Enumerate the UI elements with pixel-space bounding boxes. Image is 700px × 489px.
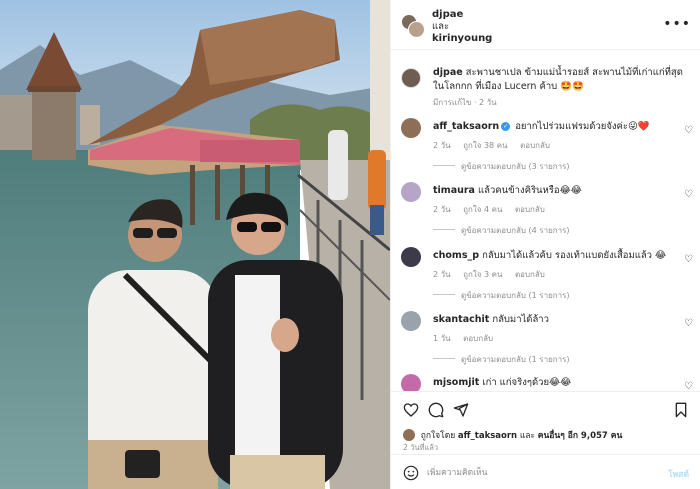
add-comment-bar: โพสต์ — [391, 454, 700, 489]
comment-body: เก่า แก่จริงๆด้วย😂😂 — [482, 377, 572, 388]
username-link[interactable]: djpae — [433, 67, 463, 78]
avatar[interactable] — [401, 182, 421, 202]
post-photo-image — [0, 0, 390, 489]
more-options-icon[interactable]: ••• — [663, 16, 691, 32]
reply-button[interactable]: ตอบกลับ — [515, 270, 545, 279]
username-link[interactable]: djpae — [432, 9, 492, 21]
collab-usernames: djpae และ kirinyoung — [432, 9, 492, 45]
username-link[interactable]: timaura — [433, 185, 475, 196]
view-replies-button[interactable]: ดูข้อความตอบกลับ (4 รายการ) — [433, 224, 570, 237]
post-actions: ถูกใจโดย aff_taksaorn และ คนอื่นๆ อีก 9,… — [391, 391, 700, 489]
comment-body: กลับมาได้แล้วค้บ รองเท้าแบดยังเสื้อมแล้ว… — [482, 250, 667, 261]
like-comment-heart-icon[interactable]: ♡ — [684, 189, 693, 200]
avatar[interactable] — [401, 247, 421, 267]
comment-text: aff_taksaorn ✓ อยากไปร่วมแฟรมด้วยจังค่ะ😜❤… — [433, 120, 673, 133]
avatar[interactable] — [401, 68, 421, 88]
reply-button[interactable]: ตอบกลับ — [520, 141, 550, 150]
comment-body: กลับมาได้ล้าว — [492, 314, 549, 325]
comment-body: อยากไปร่วมแฟรมด้วยจังค่ะ😜❤️ — [515, 121, 650, 132]
post-comment-button[interactable]: โพสต์ — [668, 467, 689, 481]
comment-text: timaura แล้วคนข้างคิรินหรือ😂😂 — [433, 184, 673, 197]
bookmark-icon[interactable] — [673, 402, 689, 418]
caption-meta: มีการแก้ไข · 2 วัน — [433, 98, 497, 107]
and-label: และ — [432, 21, 450, 32]
comment-time: 2 วัน — [433, 141, 451, 150]
username-link[interactable]: mjsomjit — [433, 377, 479, 388]
comment-likes-link[interactable]: ถูกใจ 4 คน — [463, 205, 502, 214]
post-sidebar: djpae และ kirinyoung ••• djpae สะพานชาเป… — [390, 0, 700, 489]
reply-button[interactable]: ตอบกลับ — [463, 334, 493, 343]
comment-time: 1 วัน — [433, 334, 451, 343]
collab-avatars[interactable] — [401, 14, 425, 38]
like-comment-heart-icon[interactable]: ♡ — [684, 125, 693, 136]
likes-others-link[interactable]: คนอื่นๆ อีก 9,057 คน — [538, 431, 623, 441]
comment-likes-link[interactable]: ถูกใจ 38 คน — [463, 141, 507, 150]
comments-list[interactable]: djpae สะพานชาเปล ข้ามแม่น้ำรอยส์ สะพานไม… — [391, 56, 700, 391]
post-header: djpae และ kirinyoung ••• — [391, 0, 700, 50]
comment-text: skantachit กลับมาได้ล้าว — [433, 313, 673, 326]
like-comment-heart-icon[interactable]: ♡ — [684, 381, 693, 391]
view-replies-button[interactable]: ดูข้อความตอบกลับ (1 รายการ) — [433, 353, 570, 366]
verified-badge-icon: ✓ — [501, 122, 511, 131]
username-link[interactable]: skantachit — [433, 314, 489, 325]
comment-meta: 2 วัน ถูกใจ 4 คน ตอบกลับ — [433, 203, 555, 216]
emoji-icon[interactable] — [403, 465, 419, 481]
comment-likes-link[interactable]: ถูกใจ 3 คน — [463, 270, 502, 279]
heart-icon[interactable] — [403, 402, 419, 418]
likes-and: และ — [519, 431, 536, 441]
reply-button[interactable]: ตอบกลับ — [515, 205, 545, 214]
comment-text: choms_p กลับมาได้แล้วค้บ รองเท้าแบดยังเส… — [433, 249, 673, 262]
likes-prefix: ถูกใจโดย — [420, 431, 456, 441]
avatar — [403, 429, 415, 441]
post-timestamp[interactable]: 2 วันที่แล้ว — [403, 442, 438, 454]
comment-meta: 2 วัน ถูกใจ 3 คน ตอบกลับ — [433, 268, 555, 281]
username-link[interactable]: choms_p — [433, 250, 479, 261]
comment-time: 2 วัน — [433, 270, 451, 279]
comment-meta: 2 วัน ถูกใจ 38 คน ตอบกลับ — [433, 139, 560, 152]
add-comment-input[interactable] — [427, 463, 647, 483]
likes-summary[interactable]: ถูกใจโดย aff_taksaorn และ คนอื่นๆ อีก 9,… — [403, 428, 622, 442]
comment-icon[interactable] — [428, 402, 444, 418]
caption-body: สะพานชาเปล ข้ามแม่น้ำรอยส์ สะพานไม้ที่เก… — [433, 67, 683, 92]
avatar[interactable] — [401, 118, 421, 138]
post-photo[interactable] — [0, 0, 390, 489]
avatar[interactable] — [401, 374, 421, 391]
username-link[interactable]: aff_taksaorn — [458, 431, 517, 441]
like-comment-heart-icon[interactable]: ♡ — [684, 254, 693, 265]
view-replies-button[interactable]: ดูข้อความตอบกลับ (1 รายการ) — [433, 289, 570, 302]
comment-text: mjsomjit เก่า แก่จริงๆด้วย😂😂 — [433, 376, 673, 389]
avatar[interactable] — [401, 311, 421, 331]
comment-meta: 1 วัน ตอบกลับ — [433, 332, 503, 345]
username-link[interactable]: aff_taksaorn — [433, 121, 499, 132]
comment-time: 2 วัน — [433, 205, 451, 214]
comment-body: แล้วคนข้างคิรินหรือ😂😂 — [478, 185, 582, 196]
share-icon[interactable] — [453, 402, 469, 418]
avatar[interactable] — [408, 21, 425, 38]
caption-text: djpae สะพานชาเปล ข้ามแม่น้ำรอยส์ สะพานไม… — [433, 66, 688, 94]
view-replies-button[interactable]: ดูข้อความตอบกลับ (3 รายการ) — [433, 160, 570, 173]
username-link[interactable]: kirinyoung — [432, 33, 492, 45]
like-comment-heart-icon[interactable]: ♡ — [684, 318, 693, 329]
